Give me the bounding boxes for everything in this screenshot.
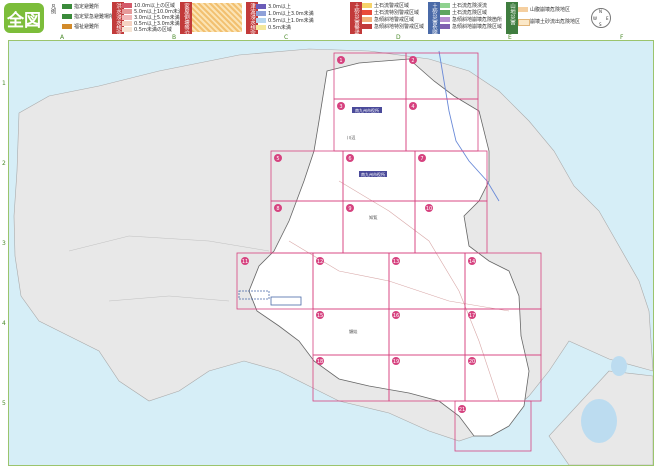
place-label: 南九州市役所	[355, 107, 379, 113]
tile-17: 17	[469, 313, 475, 319]
landslide-item-4: 急傾斜地特別警戒区域	[374, 24, 425, 30]
grid-col-e: E	[508, 34, 512, 41]
landslide-item-1: 土石流警戒区域	[374, 3, 410, 9]
tile-20: 20	[469, 359, 475, 365]
legend-shelter-1: 指定避難所	[74, 4, 100, 10]
tile-7: 7	[420, 156, 423, 162]
tile-8: 8	[276, 206, 279, 212]
tsunami-level-3: 0.5m以上1.0m未満	[268, 18, 314, 24]
legend-header: 全図 凡例 指定避難所 指定緊急避難場所 福祉避難所 洪水浸水想定区域 10.0…	[0, 0, 660, 64]
emergency-shelter-icon	[62, 14, 72, 19]
tile-14: 14	[469, 259, 475, 265]
tile-5: 5	[276, 156, 279, 162]
landslide-item-2: 土石流特別警戒区域	[374, 10, 420, 16]
legend-shelter-2: 指定緊急避難場所	[74, 14, 115, 20]
grid-row-2: 2	[2, 160, 6, 167]
tile-2: 2	[411, 58, 414, 64]
overview-map[interactable]: 1 2 3 4 5 6 7 8 9 10 11 12 13 14 15 16 1…	[8, 40, 654, 466]
tile-19: 19	[393, 359, 399, 365]
tsunami-level-4: 0.5m未満	[268, 25, 291, 31]
place-label: 知覧	[369, 214, 377, 221]
legend-label: 凡例	[50, 4, 56, 14]
landslide2-item-4: 急傾斜地崩壊危険区域	[452, 24, 503, 30]
grid-row-5: 5	[2, 400, 6, 407]
tile-10: 10	[426, 206, 432, 212]
tile-12: 12	[317, 259, 323, 265]
landslide2-item-2: 土石流危険区域	[452, 10, 488, 16]
landslide2-item-1: 土石流危険渓流	[452, 3, 488, 9]
grid-col-a: A	[60, 34, 65, 41]
grid-col-f: F	[620, 34, 624, 41]
landslide2-item-3: 急傾斜地崩壊危険箇所	[452, 17, 503, 23]
mountain-heading: 山地災害	[506, 2, 518, 34]
compass-icon: N S E W	[591, 8, 611, 28]
landslide2-heading: 土砂災害危険箇所	[428, 2, 440, 47]
grid-row-1: 1	[2, 80, 6, 87]
grid-col-c: C	[284, 34, 289, 41]
welfare-shelter-icon	[62, 24, 72, 29]
tile-18: 18	[317, 359, 323, 365]
place-label: 頴娃	[349, 328, 357, 335]
tsunami-level-1: 3.0m以上	[268, 4, 291, 10]
tile-6: 6	[348, 156, 351, 162]
mountain-item-2: 崩壊土砂流出危険地区	[530, 19, 581, 25]
tile-13: 13	[393, 259, 399, 265]
flood-level-5: 0.5m未満の区域	[134, 27, 172, 33]
grid-col-b: B	[172, 34, 177, 41]
tsunami-level-2: 1.0m以上3.0m未満	[268, 11, 314, 17]
tile-21: 21	[459, 407, 465, 413]
grid-row-3: 3	[2, 240, 6, 247]
map-canvas: 1 2 3 4 5 6 7 8 9 10 11 12 13 14 15 16 1…	[13, 48, 653, 465]
shelter-icon	[62, 4, 72, 9]
tile-11: 11	[242, 259, 248, 265]
tile-4: 4	[411, 104, 414, 110]
tile-3: 3	[339, 104, 342, 110]
hazard-heading: 家屋倒壊等氾濫想定区域	[180, 2, 192, 64]
tile-1: 1	[339, 58, 342, 64]
landslide-item-3: 急傾斜地警戒区域	[374, 17, 415, 23]
tile-9: 9	[348, 206, 351, 212]
grid-col-d: D	[396, 34, 401, 41]
place-label: 南九州市役所	[361, 171, 385, 177]
landslide-heading: 土砂災害警戒区域	[350, 2, 362, 47]
place-label: 川辺	[347, 134, 356, 141]
mountain-item-1: 山腹崩壊危険地区	[530, 7, 571, 13]
map-title: 全図	[4, 3, 44, 33]
legend-shelter-3: 福祉避難所	[74, 24, 100, 30]
tile-15: 15	[317, 313, 323, 319]
tile-16: 16	[393, 313, 399, 319]
grid-row-4: 4	[2, 320, 6, 327]
